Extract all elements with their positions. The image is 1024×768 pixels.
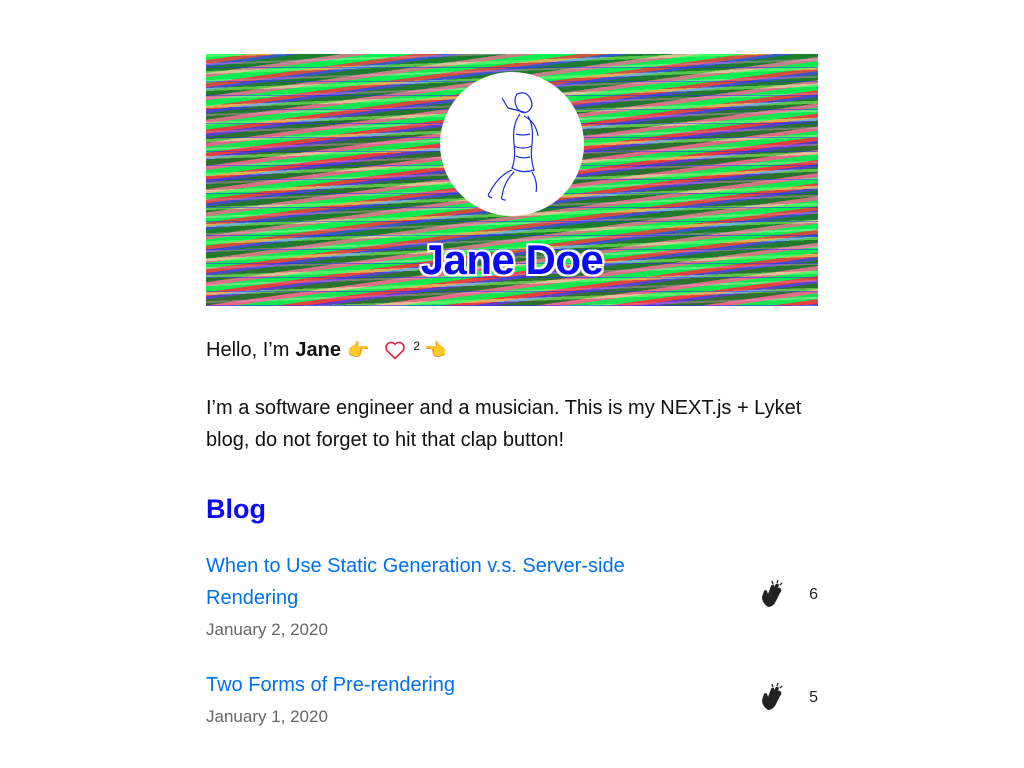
- intro-line: Hello, I’m Jane 👉 2 👈: [206, 338, 446, 362]
- clap-button[interactable]: [759, 683, 789, 713]
- intro-greeting: Hello, I’m: [206, 338, 290, 361]
- post-date: January 2, 2020: [206, 620, 328, 639]
- clap-button[interactable]: [759, 580, 789, 610]
- heart-like-button[interactable]: [383, 338, 407, 362]
- avatar-illustration-icon: [487, 92, 539, 201]
- clap-widget: 6: [759, 580, 818, 610]
- clap-count: 6: [809, 586, 818, 603]
- bio-text: I’m a software engineer and a musician. …: [206, 397, 802, 451]
- intro-name: Jane: [295, 338, 341, 361]
- clap-icon: [762, 683, 783, 711]
- heart-icon: [385, 341, 406, 360]
- post-title-link[interactable]: Two Forms of Pre-rendering: [206, 669, 706, 701]
- clap-widget: 5: [759, 683, 818, 713]
- clap-count: 5: [809, 689, 818, 706]
- avatar: [440, 72, 584, 216]
- post-title-link[interactable]: When to Use Static Generation v.s. Serve…: [206, 550, 706, 614]
- pointing-left-icon: 👈: [424, 339, 447, 361]
- blog-post-item: When to Use Static Generation v.s. Serve…: [206, 550, 818, 640]
- header-banner: Jane Doe: [206, 54, 818, 306]
- pointing-right-icon: 👉: [346, 339, 370, 361]
- blog-post-item: Two Forms of Pre-rendering January 1, 20…: [206, 669, 818, 727]
- blog-heading: Blog: [206, 494, 266, 524]
- header-name: Jane Doe: [420, 236, 604, 283]
- post-date: January 1, 2020: [206, 707, 328, 726]
- page-container: Jane Doe Hello, I’m Jane 👉 2 👈 I’m a sof…: [206, 54, 818, 726]
- like-count: 2: [413, 339, 421, 353]
- clap-icon: [762, 580, 783, 608]
